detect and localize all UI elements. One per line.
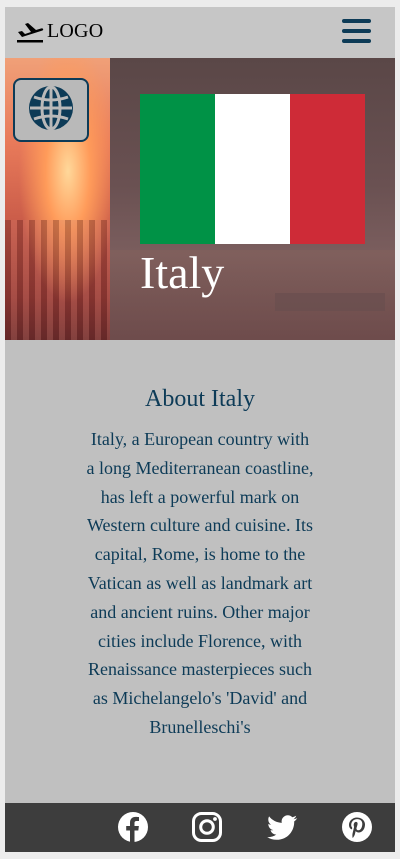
airplane-departure-icon xyxy=(16,21,44,43)
bridge-silhouette xyxy=(275,293,385,311)
facebook-icon[interactable] xyxy=(117,811,149,843)
italy-flag xyxy=(140,94,365,244)
logo-text: LOGO xyxy=(47,20,104,42)
logo[interactable]: LOGO xyxy=(16,20,103,43)
hero-banner: Italy xyxy=(5,58,395,340)
hamburger-menu-icon[interactable] xyxy=(342,19,371,45)
flag-stripe-green xyxy=(140,94,215,244)
globe-icon xyxy=(27,84,75,137)
about-title: About Italy xyxy=(145,386,255,412)
flag-stripe-white xyxy=(215,94,290,244)
about-text: Italy, a European country with a long Me… xyxy=(86,429,314,737)
country-title: Italy xyxy=(140,247,225,298)
twitter-icon[interactable] xyxy=(266,811,298,843)
header: LOGO xyxy=(5,7,395,58)
about-section: About Italy Italy, a European country wi… xyxy=(5,340,395,803)
footer xyxy=(5,803,395,852)
language-button[interactable] xyxy=(13,78,89,142)
flag-stripe-red xyxy=(290,94,365,244)
pinterest-icon[interactable] xyxy=(341,811,373,843)
page-frame: LOGO Italy About Italy Italy, a European… xyxy=(5,7,395,852)
instagram-icon[interactable] xyxy=(191,811,223,843)
